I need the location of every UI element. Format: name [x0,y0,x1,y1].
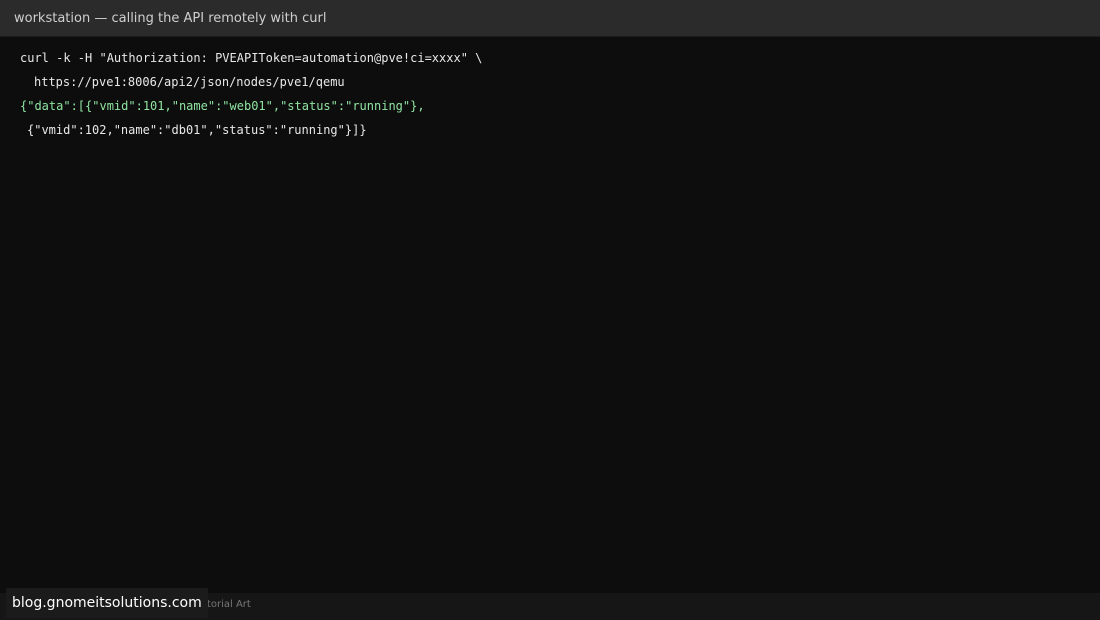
watermark-text: blog.gnomeitsolutions.com [12,595,202,611]
terminal-output-line: {"vmid":102,"name":"db01","status":"runn… [27,123,367,137]
terminal-command-line: curl -k -H "Authorization: PVEAPIToken=a… [20,51,483,65]
window-titlebar: workstation — calling the API remotely w… [0,0,1100,37]
terminal-command-continuation: https://pve1:8006/api2/json/nodes/pve1/q… [34,75,345,89]
terminal-pane[interactable]: curl -k -H "Authorization: PVEAPIToken=a… [0,37,1100,593]
window-title: workstation — calling the API remotely w… [14,11,327,26]
watermark: blog.gnomeitsolutions.com [6,588,208,618]
terminal-output-line: {"data":[{"vmid":101,"name":"web01","sta… [20,99,425,113]
